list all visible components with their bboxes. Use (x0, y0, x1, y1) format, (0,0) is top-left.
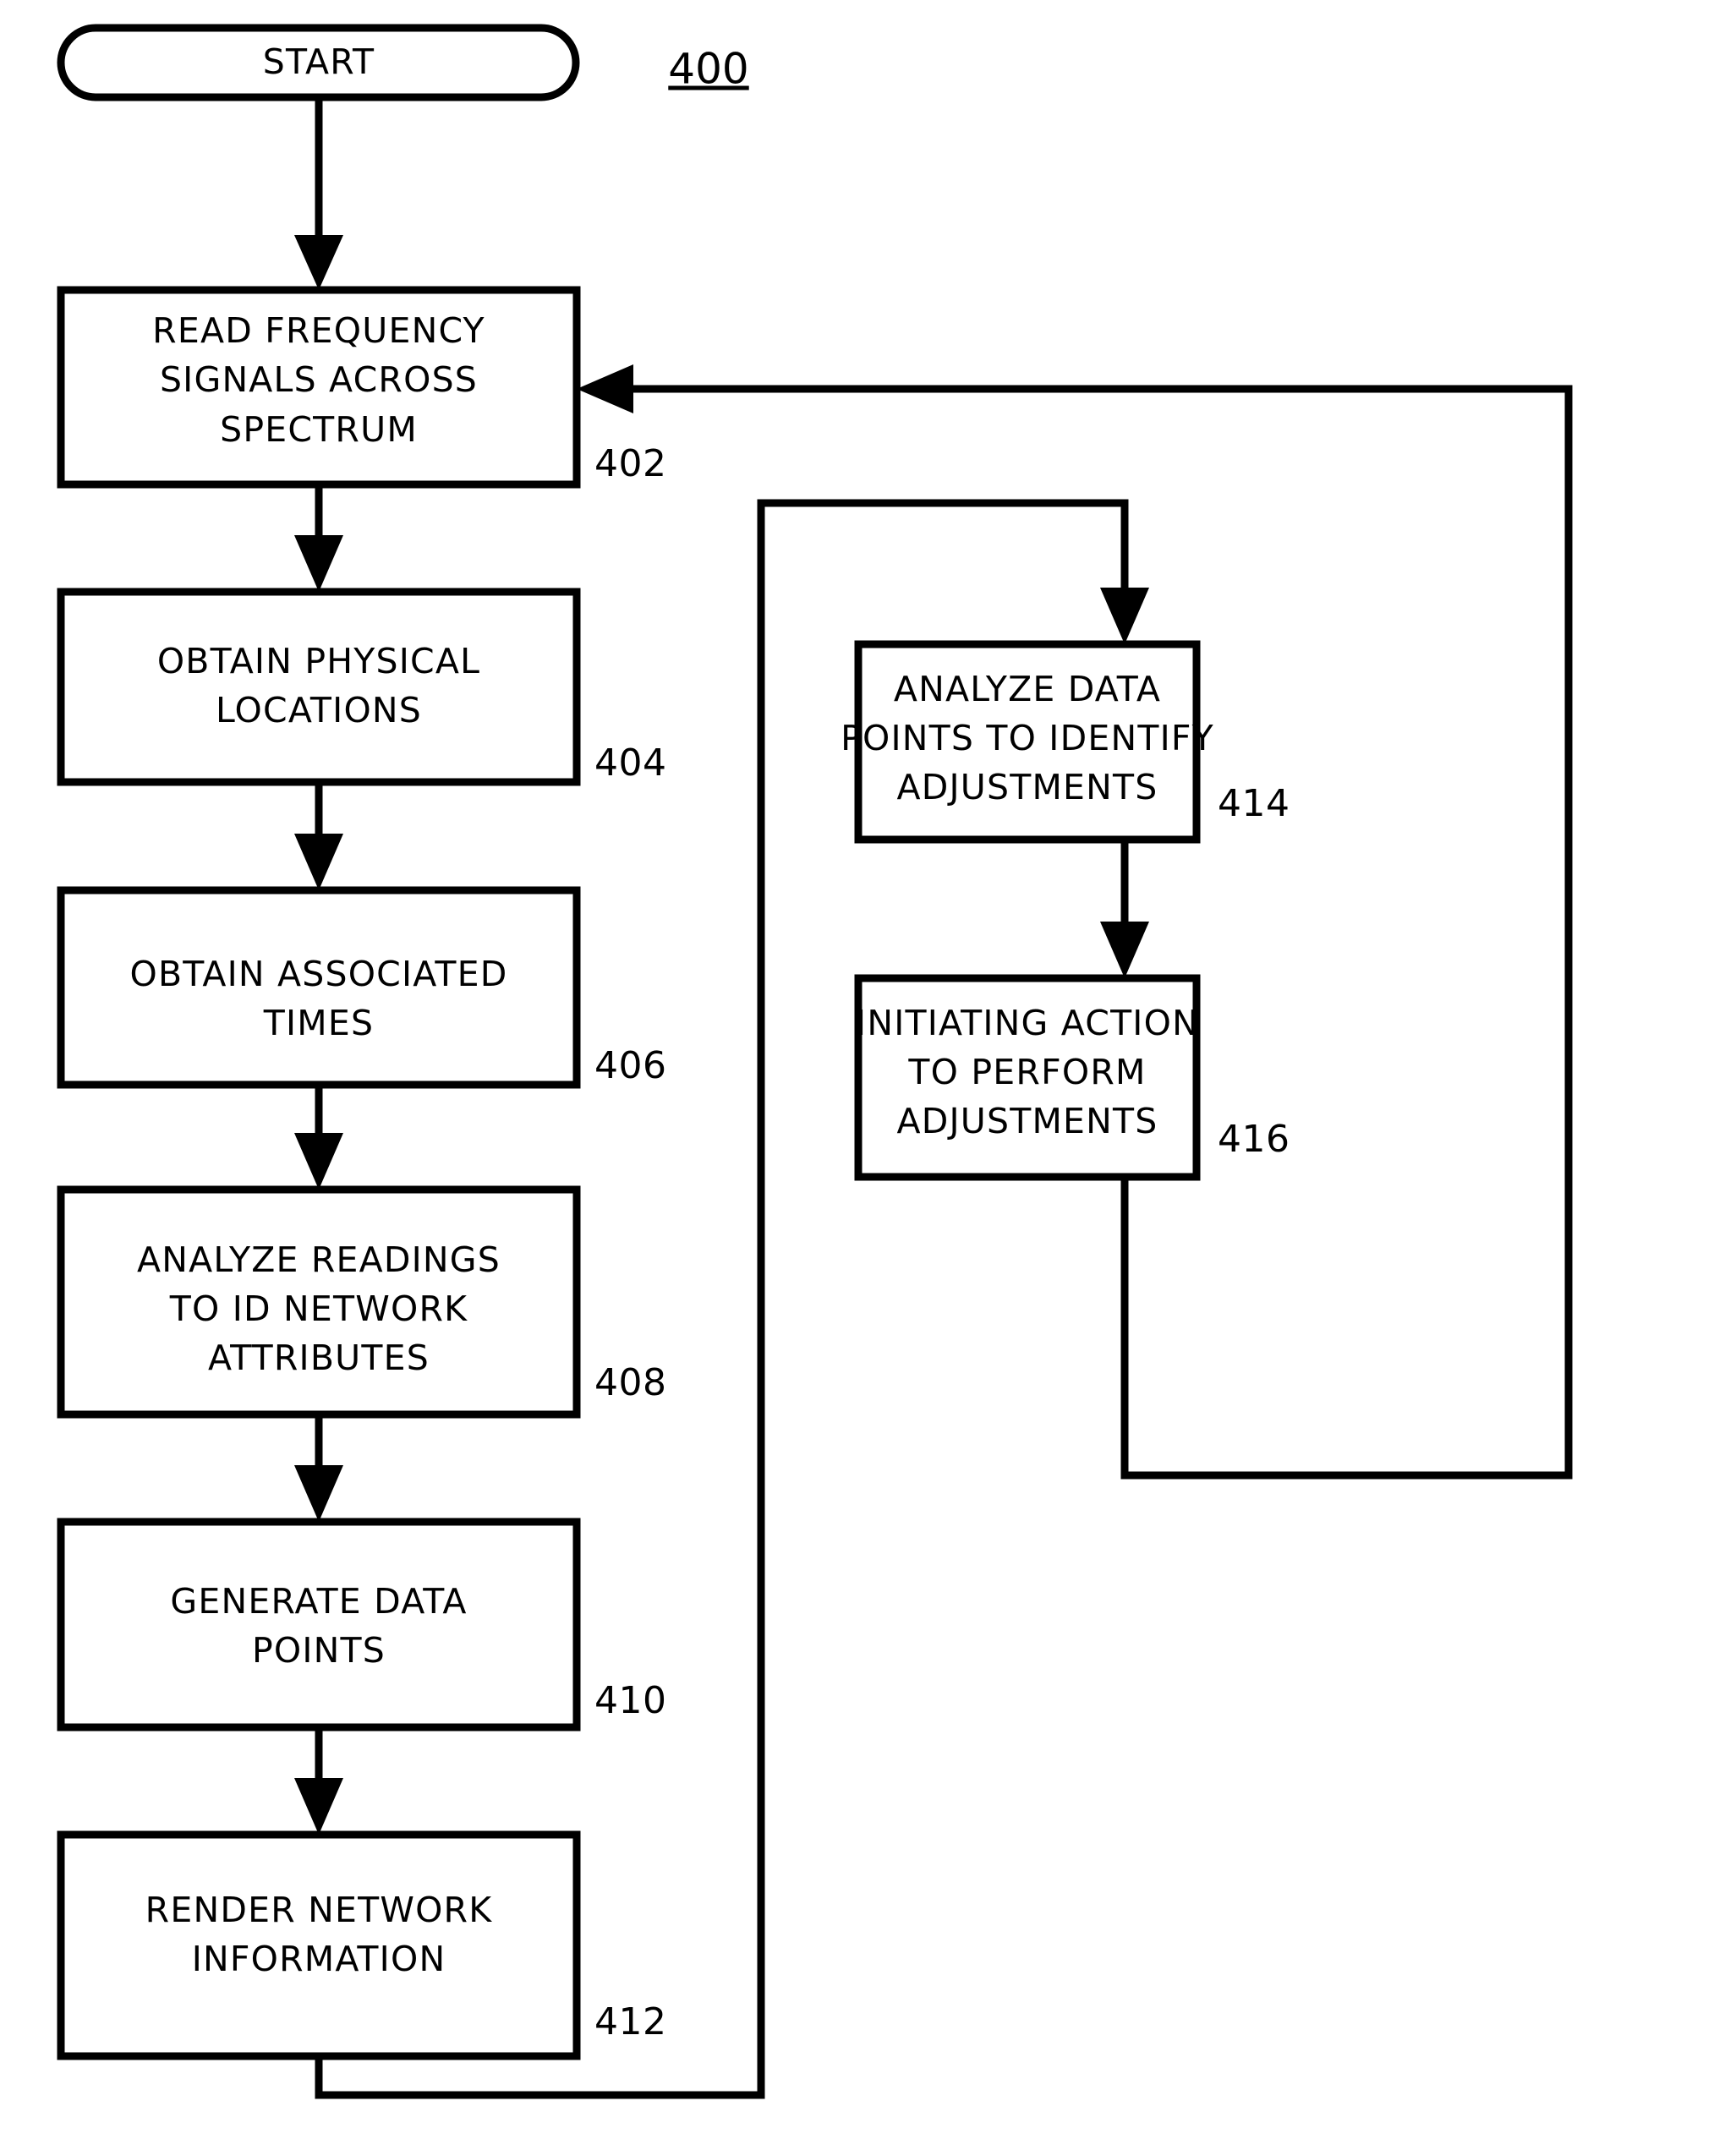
ref-label-404: 404 (594, 741, 666, 785)
node-410-line-2: POINTS (252, 1630, 386, 1671)
node-408-line-2: TO ID NETWORK (169, 1288, 468, 1329)
node-406-line-1: OBTAIN ASSOCIATED (130, 954, 508, 994)
node-start[interactable]: START (57, 24, 580, 101)
node-408-line-1: ANALYZE READINGS (137, 1239, 501, 1280)
flowchart-canvas: START READ FREQUENCY SIGNALS ACROSS SPEC… (57, 24, 1573, 2099)
node-414-line-1: ANALYZE DATA (894, 669, 1161, 709)
ref-label-402: 402 (594, 442, 666, 485)
arrow-head-icon (294, 1465, 343, 1522)
arrow-head-icon (294, 1778, 343, 1835)
node-414-line-3: ADJUSTMENTS (896, 767, 1158, 807)
node-416-line-2: TO PERFORM (907, 1052, 1146, 1092)
arrow-head-icon (294, 235, 343, 290)
ref-label-416: 416 (1218, 1118, 1290, 1161)
arrow-head-icon (1100, 922, 1149, 978)
node-406-obtain-associated-times[interactable]: OBTAIN ASSOCIATED TIMES (57, 886, 581, 1089)
node-404-line-1: OBTAIN PHYSICAL (157, 641, 480, 681)
node-408-line-3: ATTRIBUTES (208, 1338, 430, 1378)
node-416-line-1: INITIATING ACTION (856, 1003, 1199, 1043)
node-402-line-1: READ FREQUENCY (152, 310, 485, 351)
connector-404-to-406 (294, 782, 343, 890)
node-412-line-1: RENDER NETWORK (145, 1890, 493, 1930)
node-402-line-3: SPECTRUM (220, 409, 418, 450)
connector-414-to-416 (1100, 840, 1149, 978)
node-start-label: START (263, 41, 375, 82)
node-414-line-2: POINTS TO IDENTIFY (841, 718, 1214, 758)
node-412-render-network-information[interactable]: RENDER NETWORK INFORMATION (57, 1830, 581, 2060)
arrow-head-icon (294, 1133, 343, 1190)
node-410-line-1: GENERATE DATA (170, 1581, 467, 1622)
node-416-initiating-action[interactable]: INITIATING ACTION TO PERFORM ADJUSTMENTS (854, 974, 1201, 1181)
connector-416-to-402 (577, 364, 1573, 1480)
ref-label-412: 412 (594, 2000, 666, 2043)
connector-410-to-412 (294, 1727, 343, 1835)
node-402-read-frequency-signals[interactable]: READ FREQUENCY SIGNALS ACROSS SPECTRUM (57, 286, 581, 489)
arrow-head-icon (1100, 588, 1149, 644)
connector-408-to-410 (294, 1414, 343, 1522)
ref-label-406: 406 (594, 1044, 666, 1087)
node-416-line-3: ADJUSTMENTS (896, 1101, 1158, 1141)
node-406-line-2: TIMES (263, 1003, 374, 1043)
node-404-line-2: LOCATIONS (216, 690, 422, 730)
ref-label-410: 410 (594, 1679, 666, 1722)
node-408-analyze-readings[interactable]: ANALYZE READINGS TO ID NETWORK ATTRIBUTE… (57, 1185, 581, 1419)
node-414-analyze-data-points[interactable]: ANALYZE DATA POINTS TO IDENTIFY ADJUSTME… (841, 640, 1214, 844)
arrow-head-icon (577, 364, 633, 413)
ref-label-414: 414 (1218, 782, 1290, 825)
node-412-line-2: INFORMATION (192, 1939, 446, 1979)
node-404-obtain-physical-locations[interactable]: OBTAIN PHYSICAL LOCATIONS (57, 588, 581, 786)
arrow-head-icon (294, 834, 343, 890)
connector-402-to-404 (294, 484, 343, 592)
ref-label-408: 408 (594, 1361, 666, 1404)
node-404-box (57, 588, 581, 786)
connector-start-to-402 (294, 97, 343, 290)
node-402-line-2: SIGNALS ACROSS (160, 359, 478, 400)
figure-number-label: 400 (668, 45, 748, 94)
arrow-head-icon (294, 535, 343, 592)
flowchart-figure: START READ FREQUENCY SIGNALS ACROSS SPEC… (0, 0, 1736, 2150)
node-410-box (57, 1518, 581, 1731)
node-410-generate-data-points[interactable]: GENERATE DATA POINTS (57, 1518, 581, 1731)
connector-406-to-408 (294, 1085, 343, 1190)
figure-number: 400 (668, 45, 748, 94)
